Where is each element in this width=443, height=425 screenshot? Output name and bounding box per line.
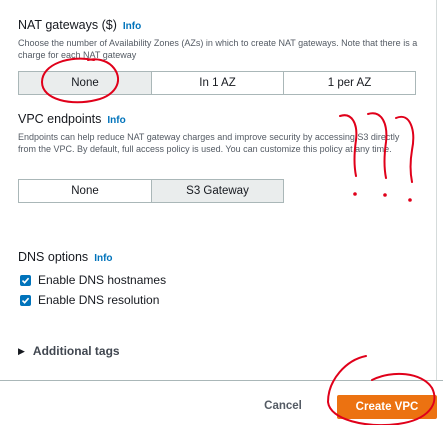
vpce-option-s3-gateway[interactable]: S3 Gateway bbox=[152, 180, 283, 202]
vpc-endpoints-title: VPC endpoints bbox=[18, 112, 102, 126]
create-vpc-button[interactable]: Create VPC bbox=[337, 395, 437, 419]
cancel-button[interactable]: Cancel bbox=[250, 392, 316, 420]
additional-tags-toggle[interactable]: ▶ Additional tags bbox=[18, 344, 120, 358]
nat-gateways-info-link[interactable]: Info bbox=[123, 21, 141, 32]
vpc-endpoints-info-link[interactable]: Info bbox=[107, 115, 125, 126]
dns-options-info-link[interactable]: Info bbox=[94, 253, 112, 264]
dns-resolution-checkbox[interactable] bbox=[20, 294, 31, 306]
check-icon bbox=[21, 297, 30, 304]
check-icon bbox=[21, 277, 30, 284]
nat-gateways-title: NAT gateways ($) bbox=[18, 18, 117, 32]
caret-right-icon: ▶ bbox=[18, 345, 25, 356]
nat-gateways-selector: None In 1 AZ 1 per AZ bbox=[18, 71, 416, 95]
dns-resolution-row[interactable]: Enable DNS resolution bbox=[20, 293, 159, 307]
dns-hostnames-checkbox[interactable] bbox=[20, 274, 31, 286]
dns-options-heading: DNS options Info bbox=[18, 250, 113, 264]
vpc-endpoints-heading: VPC endpoints Info bbox=[18, 112, 126, 126]
nat-option-none[interactable]: None bbox=[19, 72, 152, 94]
dns-hostnames-row[interactable]: Enable DNS hostnames bbox=[20, 273, 166, 287]
dns-hostnames-label: Enable DNS hostnames bbox=[38, 273, 167, 287]
additional-tags-label: Additional tags bbox=[32, 344, 120, 358]
dns-options-title: DNS options bbox=[18, 250, 89, 264]
vpc-endpoints-selector: None S3 Gateway bbox=[18, 179, 284, 203]
vpc-settings-panel: NAT gateways ($) Info Choose the number o… bbox=[0, 0, 437, 380]
nat-gateways-heading: NAT gateways ($) Info bbox=[18, 18, 141, 32]
vpce-option-none[interactable]: None bbox=[19, 180, 152, 202]
vpc-endpoints-description: Endpoints can help reduce NAT gateway ch… bbox=[18, 132, 400, 154]
dns-resolution-label: Enable DNS resolution bbox=[38, 293, 160, 307]
nat-option-in-1-az[interactable]: In 1 AZ bbox=[152, 72, 284, 94]
nat-gateways-description: Choose the number of Availability Zones … bbox=[18, 38, 418, 60]
nat-option-1-per-az[interactable]: 1 per AZ bbox=[284, 72, 415, 94]
